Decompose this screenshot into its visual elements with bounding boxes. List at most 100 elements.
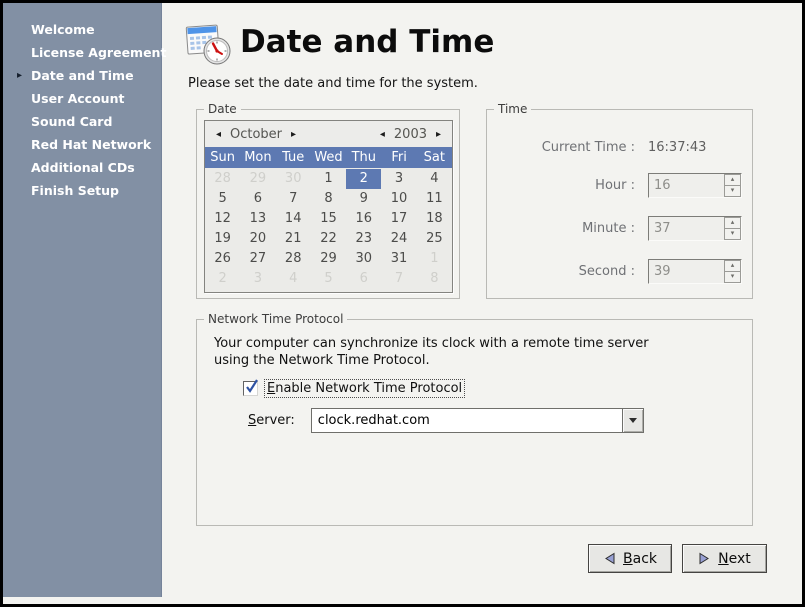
hour-spin-down-icon[interactable]: ▾ <box>724 186 741 197</box>
calendar-day[interactable]: 9 <box>346 189 381 209</box>
calendar-day[interactable]: 29 <box>240 169 275 189</box>
calendar-day[interactable]: 5 <box>311 269 346 289</box>
calendar-day[interactable]: 15 <box>311 209 346 229</box>
calendar-day[interactable]: 30 <box>276 169 311 189</box>
next-month-icon[interactable]: ▸ <box>287 129 300 140</box>
setup-wizard-window: WelcomeLicense Agreement▸Date and TimeUs… <box>0 0 805 607</box>
server-label: Server: <box>248 413 295 428</box>
calendar-day[interactable]: 30 <box>346 249 381 269</box>
second-spinbox[interactable]: 39▴▾ <box>648 259 742 284</box>
calendar-day-header: Wed <box>311 147 346 168</box>
sidebar-item-red-hat-network: Red Hat Network <box>3 133 161 156</box>
sidebar-item-finish-setup: Finish Setup <box>3 179 161 202</box>
next-button[interactable]: Next <box>682 544 767 573</box>
minute-spin-up-icon[interactable]: ▴ <box>724 217 741 229</box>
calendar-day[interactable]: 14 <box>276 209 311 229</box>
calendar-day[interactable]: 28 <box>205 169 240 189</box>
server-combobox-value[interactable]: clock.redhat.com <box>311 408 622 433</box>
calendar-day-headers: SunMonTueWedThuFriSat <box>205 147 452 168</box>
calendar-day[interactable]: 10 <box>381 189 416 209</box>
second-spin-up-icon[interactable]: ▴ <box>724 260 741 272</box>
calendar-day[interactable]: 1 <box>311 169 346 189</box>
next-button-label: Next <box>718 551 751 567</box>
prev-month-icon[interactable]: ◂ <box>212 129 225 140</box>
second-spin-buttons: ▴▾ <box>724 260 741 283</box>
steps-sidebar: WelcomeLicense Agreement▸Date and TimeUs… <box>3 3 162 597</box>
second-spin-down-icon[interactable]: ▾ <box>724 272 741 283</box>
minute-spin-down-icon[interactable]: ▾ <box>724 229 741 240</box>
calendar-day[interactable]: 3 <box>240 269 275 289</box>
hour-spinbox[interactable]: 16▴▾ <box>648 173 742 198</box>
second-value[interactable]: 39 <box>649 260 724 283</box>
next-arrow-icon <box>698 552 711 565</box>
calendar-day[interactable]: 23 <box>346 229 381 249</box>
hour-value[interactable]: 16 <box>649 174 724 197</box>
time-section: Time Current Time : 16:37:43 Hour :16▴▾M… <box>486 109 753 299</box>
minute-value[interactable]: 37 <box>649 217 724 240</box>
calendar-day[interactable]: 1 <box>417 249 452 269</box>
window-content: WelcomeLicense Agreement▸Date and TimeUs… <box>3 3 802 604</box>
calendar-day[interactable]: 6 <box>346 269 381 289</box>
calendar-day[interactable]: 8 <box>311 189 346 209</box>
ntp-section-legend: Network Time Protocol <box>204 312 347 327</box>
back-arrow-icon <box>603 552 616 565</box>
sidebar-item-date-and-time: ▸Date and Time <box>3 64 161 87</box>
calendar-day[interactable]: 3 <box>381 169 416 189</box>
calendar-day[interactable]: 4 <box>276 269 311 289</box>
back-button[interactable]: Back <box>588 544 672 573</box>
calendar-year-label: 2003 <box>394 127 427 142</box>
prev-year-icon[interactable]: ◂ <box>376 129 389 140</box>
calendar-day-header: Tue <box>276 147 311 168</box>
checkmark-icon <box>244 379 259 396</box>
calendar-day[interactable]: 25 <box>417 229 452 249</box>
calendar-day[interactable]: 4 <box>417 169 452 189</box>
ntp-section: Network Time Protocol Your computer can … <box>196 319 753 526</box>
calendar-day[interactable]: 26 <box>205 249 240 269</box>
sidebar-item-sound-card: Sound Card <box>3 110 161 133</box>
calendar-day[interactable]: 22 <box>311 229 346 249</box>
calendar-day[interactable]: 19 <box>205 229 240 249</box>
calendar-day[interactable]: 21 <box>276 229 311 249</box>
current-time-value: 16:37:43 <box>648 140 706 155</box>
sidebar-item-license-agreement: License Agreement <box>3 41 161 64</box>
next-year-icon[interactable]: ▸ <box>432 129 445 140</box>
calendar-day[interactable]: 28 <box>276 249 311 269</box>
hour-spin-up-icon[interactable]: ▴ <box>724 174 741 186</box>
minute-spinbox[interactable]: 37▴▾ <box>648 216 742 241</box>
calendar-day[interactable]: 5 <box>205 189 240 209</box>
calendar-day[interactable]: 18 <box>417 209 452 229</box>
calendar-day[interactable]: 16 <box>346 209 381 229</box>
date-section: Date ◂ October ▸ ◂ 2003 ▸ SunMonTueWedTh… <box>196 109 460 299</box>
enable-ntp-checkbox[interactable] <box>243 381 258 396</box>
date-section-legend: Date <box>204 102 241 117</box>
calendar-day[interactable]: 13 <box>240 209 275 229</box>
calendar-day[interactable]: 6 <box>240 189 275 209</box>
calendar-day[interactable]: 7 <box>381 269 416 289</box>
sidebar-item-label: Welcome <box>31 22 95 37</box>
calendar-day[interactable]: 2 <box>205 269 240 289</box>
sidebar-item-label: Red Hat Network <box>31 137 151 152</box>
calendar-day[interactable]: 7 <box>276 189 311 209</box>
calendar-day[interactable]: 27 <box>240 249 275 269</box>
calendar-day[interactable]: 11 <box>417 189 452 209</box>
calendar-day[interactable]: 29 <box>311 249 346 269</box>
enable-ntp-row: Enable Network Time Protocol <box>243 379 465 398</box>
server-combobox-dropdown-button[interactable] <box>622 408 644 433</box>
sidebar-item-label: Date and Time <box>31 68 134 83</box>
calendar-day-header: Sun <box>205 147 240 168</box>
calendar-day-header: Sat <box>417 147 452 168</box>
second-label: Second : <box>487 264 635 279</box>
calendar-day-selected[interactable]: 2 <box>346 169 381 189</box>
enable-ntp-label[interactable]: Enable Network Time Protocol <box>264 379 465 398</box>
calendar-day[interactable]: 17 <box>381 209 416 229</box>
calendar-day[interactable]: 8 <box>417 269 452 289</box>
calendar-day[interactable]: 20 <box>240 229 275 249</box>
calendar-day[interactable]: 12 <box>205 209 240 229</box>
server-combobox[interactable]: clock.redhat.com <box>311 408 644 433</box>
calendar-day[interactable]: 31 <box>381 249 416 269</box>
time-section-legend: Time <box>494 102 531 117</box>
second-row: Second : 39▴▾ <box>487 259 752 284</box>
ntp-description-line1: Your computer can synchronize its clock … <box>214 335 649 352</box>
minute-spin-buttons: ▴▾ <box>724 217 741 240</box>
calendar-day[interactable]: 24 <box>381 229 416 249</box>
